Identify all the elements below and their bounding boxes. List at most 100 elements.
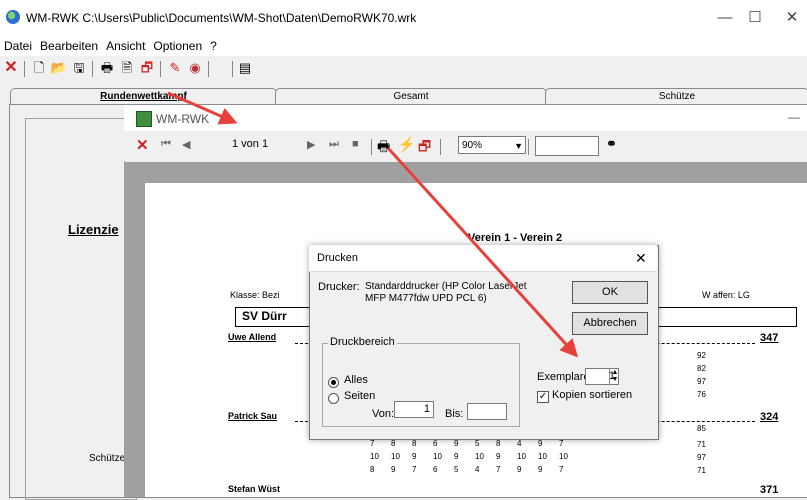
- score-cell: 8: [412, 439, 417, 448]
- toolbar-separator: [440, 139, 441, 155]
- score-cell: 10: [391, 452, 400, 461]
- menu-datei[interactable]: Datei: [0, 36, 36, 53]
- toolbar-separator: [208, 61, 209, 77]
- zoom-select[interactable]: 90% ▼: [458, 136, 526, 154]
- tab-schuetze[interactable]: Schütze: [545, 88, 807, 105]
- chevron-down-icon: ▼: [514, 141, 523, 151]
- export-icon[interactable]: 🗗: [418, 136, 431, 160]
- next-page-icon[interactable]: ▶: [307, 138, 315, 151]
- binoculars-icon[interactable]: ⚭: [606, 136, 617, 152]
- printer-icon[interactable]: 🖶: [98, 59, 116, 77]
- minimize-button[interactable]: —: [710, 8, 740, 28]
- lizenz-label: Lizenzie: [68, 222, 119, 237]
- score-cell: 4: [517, 439, 522, 448]
- dialog-close-button[interactable]: ✕: [635, 250, 647, 267]
- toolbar-separator: [24, 61, 25, 77]
- sort-label: Kopien sortieren: [552, 389, 633, 401]
- page-indicator: 1 von 1: [232, 138, 269, 150]
- radio-pages[interactable]: [328, 393, 339, 404]
- score-cell: 10: [475, 452, 484, 461]
- toolbar-separator: [92, 61, 93, 77]
- score-cell: 9: [391, 465, 396, 474]
- close-button[interactable]: ✕: [777, 8, 807, 28]
- score-cell: 9: [454, 439, 459, 448]
- open-folder-icon[interactable]: 📂: [50, 59, 68, 77]
- prev-page-icon[interactable]: ◀: [182, 138, 190, 151]
- score: 76: [697, 390, 706, 399]
- score-cell: 7: [412, 465, 417, 474]
- score-cell: 6: [433, 465, 438, 474]
- maximize-button[interactable]: ☐: [740, 8, 770, 28]
- preview-minimize-button[interactable]: —: [788, 110, 800, 124]
- menu-ansicht[interactable]: Ansicht: [102, 36, 149, 53]
- score-cell: 10: [517, 452, 526, 461]
- first-page-icon[interactable]: ⏮: [161, 138, 171, 151]
- score: 71: [697, 440, 706, 449]
- menu-optionen[interactable]: Optionen: [149, 36, 206, 53]
- tools-icon[interactable]: ✎: [166, 59, 184, 77]
- from-label: Von:: [372, 408, 395, 420]
- new-file-icon[interactable]: 🗋: [30, 59, 48, 77]
- report-title: Verein 1 - Verein 2: [468, 232, 563, 244]
- cancel-button[interactable]: Abbrechen: [572, 312, 648, 335]
- klasse-label: Klasse: Bezi: [230, 290, 280, 300]
- printer-name-line2: MFP M477fdw UPD PCL 6): [365, 293, 487, 304]
- list-icon[interactable]: ▤: [236, 59, 254, 77]
- menu-bar: Datei Bearbeiten Ansicht Optionen?: [0, 36, 807, 56]
- app-globe-icon: [6, 10, 20, 24]
- last-page-icon[interactable]: ⏭: [329, 138, 339, 151]
- radio-all[interactable]: [328, 377, 339, 388]
- radio-pages-label: Seiten: [344, 390, 376, 402]
- close-icon[interactable]: ✕: [2, 59, 20, 77]
- shooter-total: 324: [760, 411, 779, 423]
- printer-icon[interactable]: 🖶: [377, 136, 390, 160]
- menu-help[interactable]: ?: [206, 36, 221, 53]
- score-cell: 6: [433, 439, 438, 448]
- shooter-total: 371: [760, 484, 779, 496]
- score-cell: 5: [454, 465, 459, 474]
- print-dialog-title: Drucken: [317, 252, 358, 264]
- menu-bearbeiten[interactable]: Bearbeiten: [36, 36, 102, 53]
- to-label: Bis:: [445, 408, 464, 420]
- from-field[interactable]: 1: [394, 401, 434, 418]
- to-field[interactable]: [467, 403, 507, 420]
- print-dialog: Drucker: Standarddrucker (HP Color Laser…: [309, 245, 659, 440]
- print-dialog-title-bar: Drucken ✕: [309, 245, 657, 272]
- score: 71: [697, 466, 706, 475]
- close-preview-icon[interactable]: ✕: [136, 136, 149, 154]
- group-box: [25, 118, 137, 500]
- toolbar-separator: [160, 61, 161, 77]
- preview-app-icon: [136, 111, 152, 127]
- lightning-icon[interactable]: ⚡: [398, 136, 415, 153]
- score-cell: 9: [538, 439, 543, 448]
- print-preview-icon[interactable]: 🗎: [118, 59, 136, 77]
- save-icon[interactable]: 🖫: [70, 59, 88, 77]
- score: 97: [697, 453, 706, 462]
- score: 85: [697, 424, 706, 433]
- target-icon[interactable]: ◉: [186, 59, 204, 77]
- score-cell: 10: [370, 452, 379, 461]
- ok-button[interactable]: OK: [572, 281, 648, 304]
- export-icon[interactable]: 🗗: [138, 59, 156, 77]
- shooter-total: 347: [760, 332, 779, 344]
- score-cell: 9: [454, 452, 459, 461]
- sort-checkbox[interactable]: ✓: [537, 391, 549, 403]
- tab-gesamt[interactable]: Gesamt: [275, 88, 547, 105]
- schuetze-label: Schütze: [89, 453, 126, 464]
- stop-icon[interactable]: ■: [352, 138, 359, 150]
- score-cell: 7: [559, 465, 564, 474]
- zoom-value: 90%: [462, 140, 483, 151]
- copies-stepper-icon[interactable]: ▲ ▼: [609, 369, 620, 384]
- score-cell: 7: [370, 439, 375, 448]
- score-cell: 10: [433, 452, 442, 461]
- window-title: WM-RWK C:\Users\Public\Documents\WM-Shot…: [26, 11, 417, 25]
- waffen-label: W affen: LG: [702, 290, 750, 300]
- score-cell: 10: [538, 452, 547, 461]
- score-cell: 9: [538, 465, 543, 474]
- tab-rundenwettkampf[interactable]: Rundenwettkampf: [10, 88, 277, 105]
- main-toolbar: ✕ 🗋 📂 🖫 🖶 🗎 🗗 ✎ ◉ ▤: [0, 57, 807, 81]
- score-cell: 9: [412, 452, 417, 461]
- search-input[interactable]: [535, 136, 599, 156]
- score-cell: 8: [496, 439, 501, 448]
- score-cell: 7: [496, 465, 501, 474]
